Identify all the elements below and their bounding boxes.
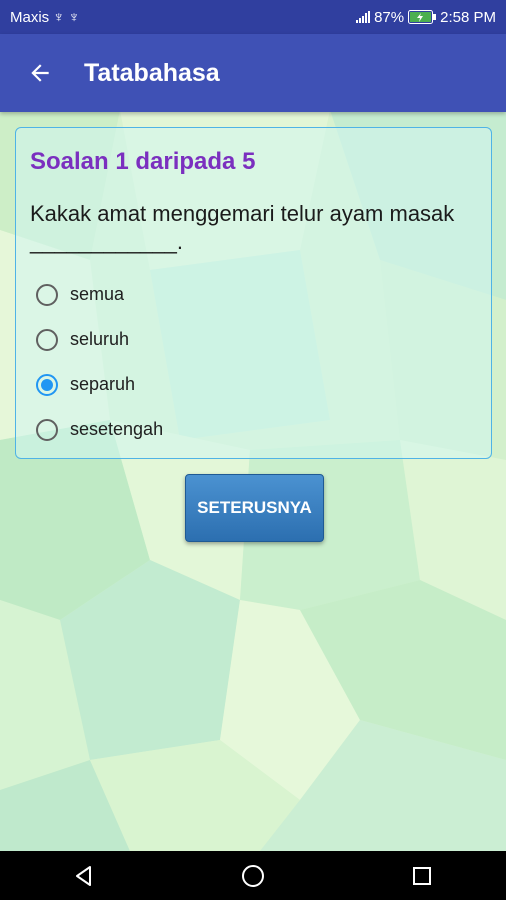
back-triangle-icon [76, 865, 92, 886]
radio-button[interactable] [36, 373, 58, 396]
radio-button[interactable] [36, 283, 58, 306]
navigation-bar [0, 851, 506, 900]
arrow-back-icon [31, 64, 49, 82]
clock: 2:58 PM [440, 8, 496, 26]
question-card: Soalan 1 daripada 5 Kakak amat menggemar… [15, 127, 492, 459]
answer-options: semua seluruh separuh sesetengah [36, 272, 163, 452]
app-bar: Tatabahasa [0, 34, 506, 112]
question-text: Kakak amat menggemari telur ayam masak _… [30, 201, 455, 254]
option-label: semua [70, 284, 125, 304]
recents-square-icon [412, 866, 431, 885]
option-label: sesetengah [70, 419, 164, 439]
question-heading: Soalan 1 daripada 5 [30, 148, 256, 175]
battery-charging-icon [408, 10, 437, 24]
back-button[interactable] [10, 43, 70, 103]
radio-button[interactable] [36, 328, 58, 351]
usb-icon: ♆ [53, 8, 65, 26]
nav-recents-button[interactable] [392, 854, 452, 898]
nav-home-button[interactable] [223, 854, 283, 898]
carrier-label: Maxis [10, 8, 50, 26]
status-bar: Maxis ♆ ♆ 87% 2:58 PM [0, 0, 506, 34]
home-circle-icon [241, 864, 264, 887]
page-title: Tatabahasa [84, 58, 220, 87]
radio-button[interactable] [36, 418, 58, 441]
option-label: separuh [70, 374, 136, 394]
answer-option[interactable]: sesetengah [36, 407, 163, 452]
next-button[interactable]: SETERUSNYA [185, 474, 324, 542]
nav-back-button[interactable] [54, 854, 114, 898]
answer-option[interactable]: semua [36, 272, 163, 317]
battery-percent: 87% [374, 8, 405, 26]
usb-icon: ♆ [68, 8, 80, 26]
signal-icon [356, 11, 371, 23]
option-label: seluruh [70, 329, 130, 349]
answer-option[interactable]: separuh [36, 362, 163, 407]
answer-option[interactable]: seluruh [36, 317, 163, 362]
